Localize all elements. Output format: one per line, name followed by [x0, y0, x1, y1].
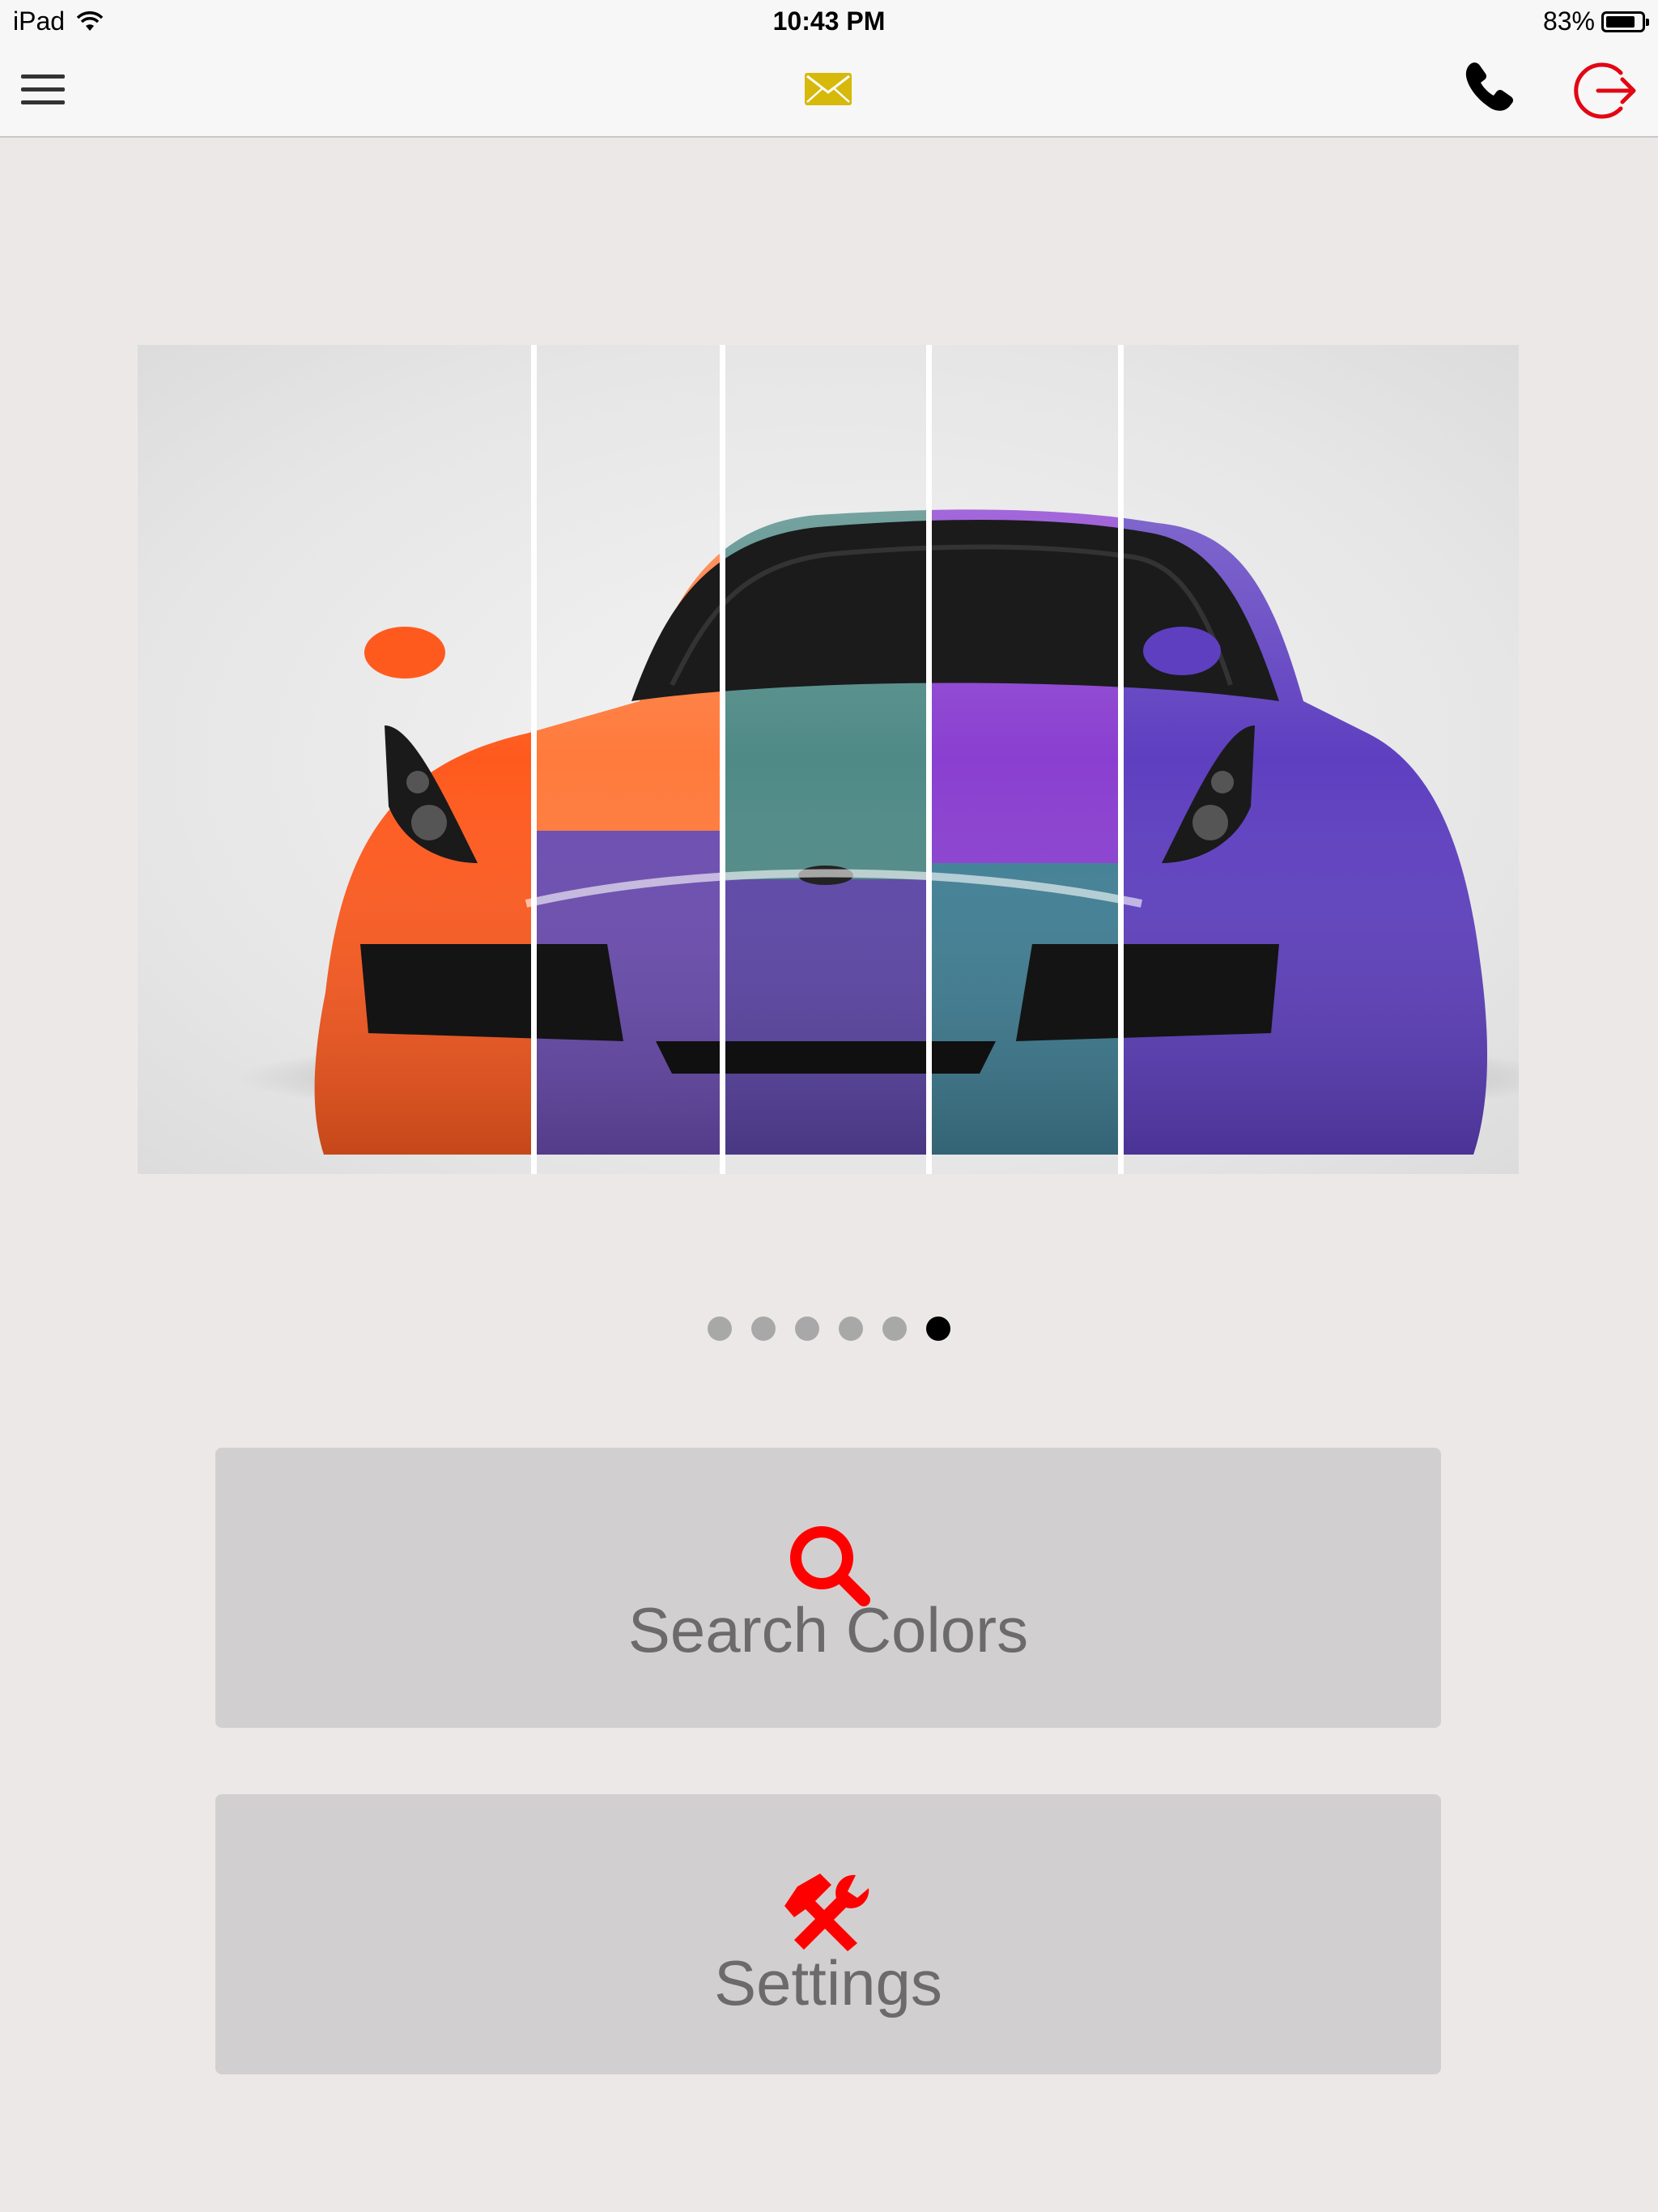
- page-dot[interactable]: [926, 1317, 950, 1341]
- settings-button[interactable]: Settings: [215, 1794, 1441, 2074]
- page-dot[interactable]: [839, 1317, 863, 1341]
- hamburger-icon[interactable]: [21, 74, 65, 105]
- phone-icon[interactable]: [1460, 58, 1519, 117]
- search-colors-button[interactable]: Search Colors: [215, 1448, 1441, 1728]
- settings-label: Settings: [714, 1947, 942, 2018]
- search-colors-label: Search Colors: [627, 1594, 1029, 1665]
- page-dot[interactable]: [795, 1317, 819, 1341]
- page-dot[interactable]: [751, 1317, 776, 1341]
- page-dot[interactable]: [882, 1317, 907, 1341]
- status-time: 10:43 PM: [772, 6, 886, 36]
- status-right: 83%: [1542, 6, 1649, 36]
- tools-icon: [215, 1869, 1441, 1957]
- mail-icon[interactable]: [805, 73, 852, 105]
- battery-icon: [1601, 11, 1649, 32]
- page-dot[interactable]: [708, 1317, 732, 1341]
- battery-percent: 83%: [1542, 6, 1595, 36]
- nav-bar: [0, 44, 1658, 138]
- page-indicator: [0, 1317, 1658, 1341]
- car-illustration: [235, 345, 1519, 1174]
- status-bar: iPad 10:43 PM 83%: [0, 0, 1658, 44]
- logout-icon[interactable]: [1571, 57, 1639, 125]
- carousel-image[interactable]: [138, 345, 1519, 1174]
